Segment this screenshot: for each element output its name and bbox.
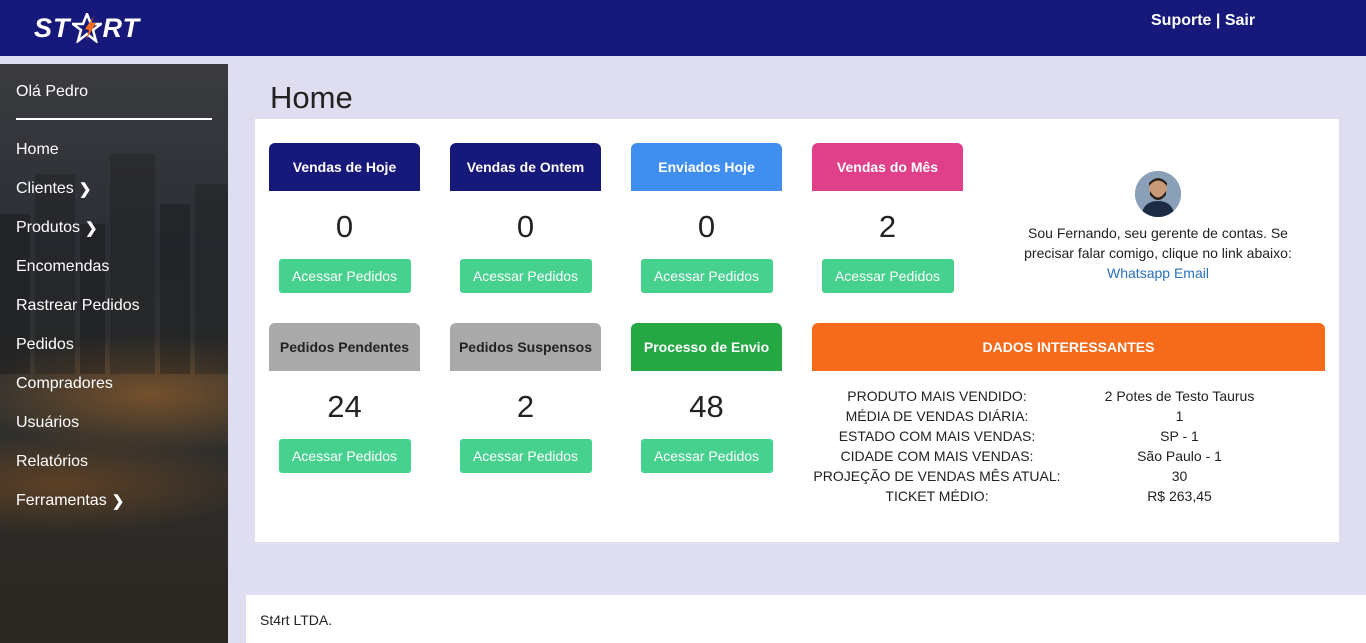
sidebar-item-clientes[interactable]: Clientes ❯ [16,169,140,208]
card-value: 0 [516,209,535,244]
data-label: PROJEÇÃO DE VENDAS MÊS ATUAL: [813,468,1061,484]
card-title: Vendas de Hoje [269,143,420,191]
whatsapp-link[interactable]: Whatsapp [1107,265,1170,281]
table-row: PRODUTO MAIS VENDIDO: 2 Potes de Testo Ta… [812,386,1297,406]
sidebar-item-label: Usuários [16,413,80,431]
person-avatar-icon [1135,171,1181,217]
table-row: MÉDIA DE VENDAS DIÁRIA: 1 [812,406,1297,426]
interesting-data-card: DADOS INTERESSANTES PRODUTO MAIS VENDIDO… [812,323,1325,506]
card-vendas-hoje: Vendas de Hoje 0 Acessar Pedidos [269,143,420,293]
manager-text-line2: precisar falar comigo, clique no link ab… [1024,245,1292,261]
sidebar-nav: Home Clientes ❯ Produtos ❯ Encomendas Rast… [16,130,140,520]
card-vendas-mes: Vendas do Mês 2 Acessar Pedidos [812,143,963,293]
manager-text-line1: Sou Fernando, seu gerente de contas. Se [1028,225,1288,241]
chevron-right-icon: ❯ [111,492,125,510]
card-pedidos-suspensos: Pedidos Suspensos 2 Acessar Pedidos [450,323,601,473]
table-row: TICKET MÉDIO: R$ 263,45 [812,486,1297,506]
support-link[interactable]: Suporte [1151,12,1211,29]
table-row: CIDADE COM MAIS VENDAS: São Paulo - 1 [812,446,1297,466]
card-processo-envio: Processo de Envio 48 Acessar Pedidos [631,323,782,473]
table-row: ESTADO COM MAIS VENDAS: SP - 1 [812,426,1297,446]
sidebar-item-home[interactable]: Home [16,130,140,169]
top-links-separator: | [1215,12,1221,29]
card-vendas-ontem: Vendas de Ontem 0 Acessar Pedidos [450,143,601,293]
card-value: 2 [878,209,897,244]
access-orders-button[interactable]: Acessar Pedidos [459,259,592,293]
card-title: Pedidos Suspensos [450,323,601,371]
sidebar-item-label: Encomendas [16,257,110,275]
logout-link[interactable]: Sair [1225,12,1255,29]
data-value: 1 [1175,408,1184,424]
card-enviados-hoje: Enviados Hoje 0 Acessar Pedidos [631,143,782,293]
sidebar-item-label: Clientes [16,179,74,197]
data-value: 30 [1171,468,1188,484]
sidebar-item-label: Ferramentas [16,491,107,509]
sidebar-item-label: Home [16,140,59,158]
sidebar-item-rastrear-pedidos[interactable]: Rastrear Pedidos [16,286,140,325]
sidebar-greeting: Olá Pedro [16,83,89,100]
card-value: 0 [335,209,354,244]
sidebar-item-produtos[interactable]: Produtos ❯ [16,208,140,247]
data-label: MÉDIA DE VENDAS DIÁRIA: [845,408,1029,424]
access-orders-button[interactable]: Acessar Pedidos [640,439,773,473]
card-value: 2 [516,389,535,424]
logo-text-left: ST [34,12,71,43]
access-orders-button[interactable]: Acessar Pedidos [278,259,411,293]
logo[interactable]: ST RT [34,10,140,46]
card-title: Vendas do Mês [812,143,963,191]
sidebar-item-usuarios[interactable]: Usuários [16,403,140,442]
data-value: 2 Potes de Testo Taurus [1104,388,1255,404]
sidebar-item-ferramentas[interactable]: Ferramentas ❯ [16,481,140,520]
top-bar: ST RT Suporte | Sair [0,0,1366,56]
sidebar: Olá Pedro Home Clientes ❯ Produtos ❯ Encom… [0,64,228,643]
sidebar-item-label: Relatórios [16,452,89,470]
data-label: PRODUTO MAIS VENDIDO: [847,388,1027,404]
access-orders-button[interactable]: Acessar Pedidos [640,259,773,293]
data-label: TICKET MÉDIO: [885,488,989,504]
star-rocket-icon [71,13,102,43]
access-orders-button[interactable]: Acessar Pedidos [459,439,592,473]
data-label: ESTADO COM MAIS VENDAS: [838,428,1036,444]
sidebar-item-label: Pedidos [16,335,74,353]
card-title: Vendas de Ontem [450,143,601,191]
interesting-data-title: DADOS INTERESSANTES [812,323,1325,371]
access-orders-button[interactable]: Acessar Pedidos [278,439,411,473]
data-value: R$ 263,45 [1147,488,1212,504]
sidebar-item-label: Produtos [16,218,81,236]
account-manager: Sou Fernando, seu gerente de contas. Se … [1008,171,1308,283]
access-orders-button[interactable]: Acessar Pedidos [821,259,954,293]
data-value: São Paulo - 1 [1137,448,1222,464]
logo-text-right: RT [102,12,141,43]
sidebar-item-label: Rastrear Pedidos [16,296,140,314]
manager-contact-links: Whatsapp Email [1008,263,1308,283]
data-value: SP - 1 [1160,428,1199,444]
card-pedidos-pendentes: Pedidos Pendentes 24 Acessar Pedidos [269,323,420,473]
footer: St4rt LTDA. [246,595,1366,643]
card-value: 0 [697,209,716,244]
top-links: Suporte | Sair [1151,12,1255,30]
page-title: Home [270,80,353,115]
card-title: Processo de Envio [631,323,782,371]
sidebar-item-compradores[interactable]: Compradores [16,364,140,403]
sidebar-item-relatorios[interactable]: Relatórios [16,442,140,481]
sidebar-item-pedidos[interactable]: Pedidos [16,325,140,364]
card-title: Pedidos Pendentes [269,323,420,371]
email-link[interactable]: Email [1174,265,1209,281]
chevron-right-icon: ❯ [85,219,98,237]
avatar [1135,171,1181,217]
chevron-right-icon: ❯ [78,180,92,198]
card-title: Enviados Hoje [631,143,782,191]
card-value: 24 [327,389,362,424]
footer-text: St4rt LTDA. [260,612,333,628]
card-value: 48 [689,389,724,424]
sidebar-item-encomendas[interactable]: Encomendas [16,247,140,286]
data-label: CIDADE COM MAIS VENDAS: [840,448,1034,464]
table-row: PROJEÇÃO DE VENDAS MÊS ATUAL: 30 [812,466,1297,486]
interesting-data-table: PRODUTO MAIS VENDIDO: 2 Potes de Testo Ta… [812,386,1297,506]
sidebar-divider [16,118,212,120]
sidebar-item-label: Compradores [16,374,113,392]
